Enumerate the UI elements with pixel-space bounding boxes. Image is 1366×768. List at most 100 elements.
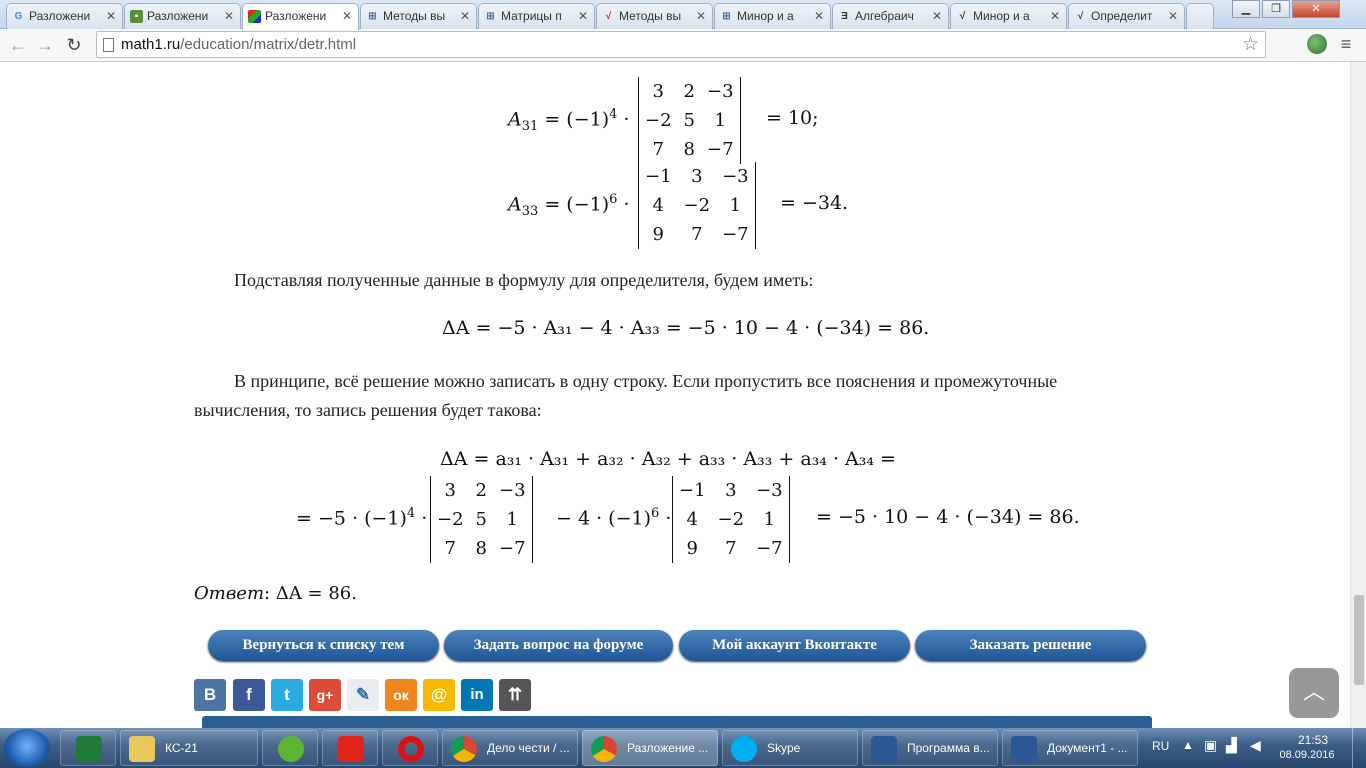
page-scrollbar[interactable] xyxy=(1350,62,1366,728)
opera-icon xyxy=(398,736,424,762)
a33-result: = −34. xyxy=(780,192,849,214)
taskbar-yandex[interactable] xyxy=(322,730,378,766)
clock-time[interactable]: 21:53 xyxy=(1290,733,1336,747)
facebook-share-icon[interactable]: f xyxy=(233,679,265,711)
footer-bar xyxy=(202,716,1152,728)
answer-value: : ΔA = 86. xyxy=(264,583,357,604)
tab-4[interactable]: ⊞ Методы вы ✕ xyxy=(360,3,477,29)
reload-icon[interactable]: ↻ xyxy=(62,33,86,57)
twitter-share-icon[interactable]: t xyxy=(271,679,303,711)
utorrent-icon xyxy=(278,736,304,762)
answer-line: Ответ: ΔA = 86. xyxy=(194,583,357,604)
close-icon[interactable]: ✕ xyxy=(224,9,234,23)
close-icon[interactable]: ✕ xyxy=(342,9,352,23)
googleplus-share-icon[interactable]: g+ xyxy=(309,679,341,711)
windows-taskbar: КС-21 Дело чести / ... Разложение ... Sk… xyxy=(0,728,1366,768)
puzzle-icon: ▪ xyxy=(130,10,143,23)
scroll-to-top-button[interactable]: ︿ xyxy=(1289,668,1339,718)
close-icon[interactable]: ✕ xyxy=(1050,9,1060,23)
back-arrow-icon[interactable]: ← xyxy=(6,33,30,57)
window-close-button[interactable]: ✕ xyxy=(1292,0,1340,18)
tab-9[interactable]: √ Минор и а ✕ xyxy=(950,3,1067,29)
taskbar-chrome-razlozhenie[interactable]: Разложение ... xyxy=(582,730,718,766)
tab-1[interactable]: G Разложени ✕ xyxy=(6,3,123,29)
extension-globe-icon[interactable] xyxy=(1307,34,1327,54)
tab-5[interactable]: ⊞ Матрицы п ✕ xyxy=(478,3,595,29)
forward-arrow-icon[interactable]: → xyxy=(33,33,57,57)
sqrt-x-icon: √ xyxy=(605,11,612,22)
address-bar[interactable]: math1.ru/education/matrix/detr.html ☆ xyxy=(96,31,1266,58)
browser-tab-strip: G Разложени ✕ ▪ Разложени ✕ Разложени ✕ … xyxy=(0,0,1366,30)
vk-account-button[interactable]: Мой аккаунт Вконтакте xyxy=(679,630,910,661)
a31-determinant: 3 2 −3 −2 5 1 7 8 −7 xyxy=(638,77,741,164)
colorful-icon xyxy=(248,10,261,23)
language-indicator[interactable]: RU xyxy=(1152,739,1169,753)
close-icon[interactable]: ✕ xyxy=(460,9,470,23)
paragraph-one-line-line1: В принципе, всё решение можно записать в… xyxy=(234,371,1058,391)
grid-icon: ⊞ xyxy=(722,11,731,22)
google-icon: G xyxy=(14,11,23,22)
taskbar-opera[interactable] xyxy=(382,730,438,766)
a33-lhs: A33 = (−1)6 · xyxy=(508,192,630,220)
start-button[interactable] xyxy=(4,729,50,767)
livejournal-share-icon[interactable]: ✎ xyxy=(347,679,379,711)
order-solution-button[interactable]: Заказать решение xyxy=(915,630,1146,661)
tab-8[interactable]: Ǝ Алгебраич ✕ xyxy=(832,3,949,29)
grid-icon: ⊞ xyxy=(486,11,495,22)
yandex-icon xyxy=(338,736,364,762)
tab-3-active[interactable]: Разложени ✕ xyxy=(242,3,359,30)
formula-full-prefix: = −5 · (−1)4 · xyxy=(296,506,428,530)
new-tab-button[interactable] xyxy=(1186,3,1214,29)
page-viewport: A31 = (−1)4 · 3 2 −3 −2 5 1 7 8 −7 = 10; A33 =… xyxy=(0,62,1350,728)
close-icon[interactable]: ✕ xyxy=(814,9,824,23)
close-icon[interactable]: ✕ xyxy=(578,9,588,23)
skype-icon xyxy=(731,736,757,762)
chrome-icon xyxy=(451,736,477,762)
folder-icon xyxy=(129,736,155,762)
odnoklassniki-share-icon[interactable]: ок xyxy=(385,679,417,711)
vk-share-icon[interactable]: В xyxy=(194,679,226,711)
minimize-button[interactable]: ▁ xyxy=(1232,0,1260,18)
paragraph-substitution: Подставляя полученные данные в формулу д… xyxy=(234,270,814,290)
excel-icon xyxy=(76,736,102,762)
taskbar-chrome-delo[interactable]: Дело чести / ... xyxy=(442,730,578,766)
taskbar-skype[interactable]: Skype xyxy=(722,730,858,766)
show-desktop-button[interactable] xyxy=(1352,728,1366,768)
close-icon[interactable]: ✕ xyxy=(696,9,706,23)
close-icon[interactable]: ✕ xyxy=(106,9,116,23)
taskbar-excel[interactable] xyxy=(60,730,116,766)
volume-icon[interactable]: ◀ xyxy=(1250,737,1261,754)
taskbar-word-program[interactable]: Программа в... xyxy=(862,730,998,766)
more-share-icon[interactable]: ⇈ xyxy=(499,679,531,711)
taskbar-utorrent[interactable] xyxy=(262,730,318,766)
back-to-topics-button[interactable]: Вернуться к списку тем xyxy=(208,630,439,661)
linkedin-share-icon[interactable]: in xyxy=(461,679,493,711)
a31-result: = 10; xyxy=(766,107,819,129)
menu-icon[interactable]: ≡ xyxy=(1336,34,1356,54)
tab-7[interactable]: ⊞ Минор и а ✕ xyxy=(714,3,831,29)
network-signal-icon[interactable]: ▟ xyxy=(1226,737,1237,754)
sqrt-a-icon: √ xyxy=(1077,11,1084,22)
close-icon[interactable]: ✕ xyxy=(1168,9,1178,23)
tab-10[interactable]: √ Определит ✕ xyxy=(1068,3,1185,29)
tray-expand-icon[interactable]: ▲ xyxy=(1182,738,1194,752)
clock-date[interactable]: 08.09.2016 xyxy=(1272,749,1342,761)
mailru-share-icon[interactable]: @ xyxy=(423,679,455,711)
taskbar-word-document1[interactable]: Документ1 - ... xyxy=(1002,730,1138,766)
word-icon xyxy=(871,736,897,762)
page-icon xyxy=(103,38,114,52)
url-path: /education/matrix/detr.html xyxy=(180,36,357,53)
close-icon[interactable]: ✕ xyxy=(932,9,942,23)
scrollbar-thumb[interactable] xyxy=(1354,595,1364,685)
bookmark-star-icon[interactable]: ☆ xyxy=(1242,33,1259,56)
tab-2[interactable]: ▪ Разложени ✕ xyxy=(124,3,241,29)
formula-full-result: = −5 · 10 − 4 · (−34) = 86. xyxy=(816,506,1080,528)
maximize-button[interactable]: ❐ xyxy=(1262,0,1290,18)
a31-lhs: A31 = (−1)4 · xyxy=(508,107,630,135)
sqrt-a-icon: √ xyxy=(959,11,966,22)
tab-6[interactable]: √ Методы вы ✕ xyxy=(596,3,713,29)
answer-label: Ответ xyxy=(194,583,265,604)
ask-forum-button[interactable]: Задать вопрос на форуме xyxy=(444,630,673,661)
device-icon[interactable]: ▣ xyxy=(1204,737,1217,754)
taskbar-folder-ks21[interactable]: КС-21 xyxy=(120,730,258,766)
